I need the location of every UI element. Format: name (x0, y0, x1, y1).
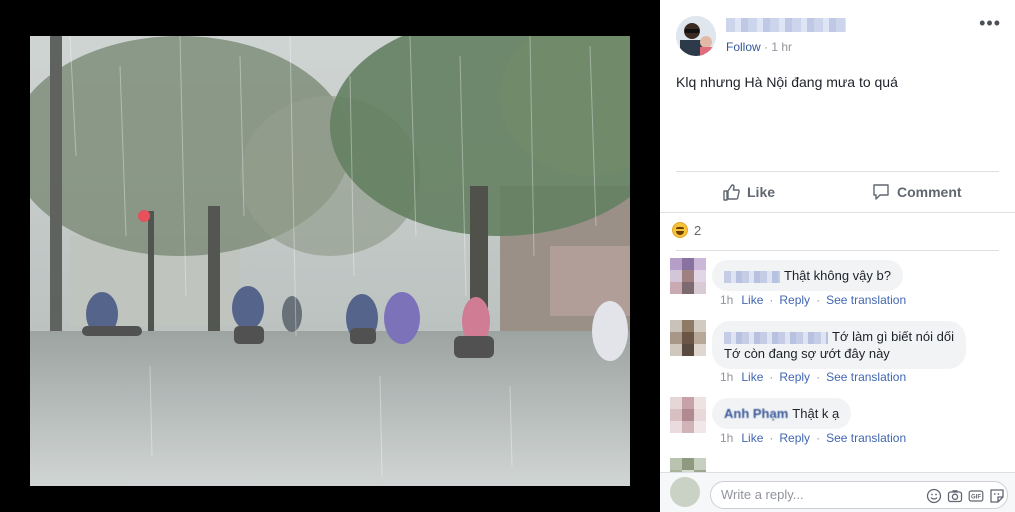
comment-text: Thật không vậy b? (784, 268, 891, 283)
reaction-summary[interactable]: 2 (672, 222, 701, 238)
comment-reply-link[interactable]: Reply (779, 370, 810, 384)
rain-street-image (30, 36, 630, 486)
sticker-icon[interactable] (989, 488, 1005, 504)
comment-text-line1: Tớ làm gì biết nói dối (832, 329, 954, 344)
commenter-name-blurred[interactable] (724, 270, 780, 283)
comment-actions: 1h Like · Reply · See translation (720, 370, 907, 384)
like-label: Like (747, 184, 776, 200)
reply-composer: Write a reply... GIF (660, 472, 1015, 512)
emoji-icon[interactable] (926, 488, 942, 504)
author-avatar[interactable] (676, 16, 716, 56)
like-button[interactable]: Like (722, 178, 775, 206)
actions-bottom-divider (660, 212, 1015, 213)
post-photo-rainy-street[interactable] (30, 36, 630, 486)
comment-bubble: Anh Phạm Thật k ạ (712, 398, 852, 429)
comment-bubble: Tớ làm gì biết nói dối Tớ còn đang sợ ướ… (712, 321, 966, 369)
comments-divider (676, 250, 999, 251)
commenter-name-blurred[interactable] (724, 331, 828, 344)
comment-label: Comment (897, 184, 962, 200)
svg-text:GIF: GIF (971, 495, 981, 501)
comment-text-line2: Tớ còn đang sợ ướt đây này (724, 346, 890, 361)
comment-actions: 1h Like · Reply · See translation (720, 431, 907, 445)
comment-reply-link[interactable]: Reply (779, 293, 810, 307)
see-translation-link[interactable]: See translation (826, 431, 906, 445)
comment-time[interactable]: 1h (720, 370, 733, 384)
see-translation-link[interactable]: See translation (826, 370, 906, 384)
post-side-panel: Follow · 1 hr ••• Klq nhưng Hà Nội đang … (660, 0, 1015, 512)
reaction-count: 2 (694, 222, 702, 238)
haha-emoji-icon (672, 222, 688, 238)
actions-top-divider (676, 171, 999, 172)
author-name-blurred[interactable] (726, 18, 846, 32)
post-text: Klq nhưng Hà Nội đang mưa to quá (676, 74, 898, 90)
composer-avatar (670, 477, 700, 507)
avatar-pixelated (670, 397, 706, 433)
gif-icon[interactable]: GIF (968, 488, 984, 504)
comment-like-link[interactable]: Like (741, 431, 763, 445)
comment-icon (873, 184, 889, 200)
avatar-pixelated (670, 258, 706, 294)
post-meta: Follow · 1 hr (726, 40, 792, 54)
follow-link[interactable]: Follow (726, 40, 761, 54)
commenter-name[interactable]: Anh Phạm (724, 406, 788, 421)
thumbs-up-icon (723, 184, 740, 201)
comment-like-link[interactable]: Like (741, 293, 763, 307)
comment-like-link[interactable]: Like (741, 370, 763, 384)
comment-actions: 1h Like · Reply · See translation (720, 293, 907, 307)
avatar-image (676, 16, 716, 56)
comment-text: Thật k ạ (792, 406, 840, 421)
comment-avatar[interactable] (670, 320, 706, 356)
avatar-pixelated (670, 320, 706, 356)
photo-viewer (0, 0, 660, 512)
composer-icons: GIF (926, 488, 1005, 504)
comment-avatar[interactable] (670, 258, 706, 294)
camera-icon[interactable] (947, 488, 963, 504)
comment-reply-link[interactable]: Reply (779, 431, 810, 445)
comment-bubble: Thật không vậy b? (712, 260, 903, 291)
more-options-button[interactable]: ••• (979, 14, 1001, 32)
post-time[interactable]: 1 hr (771, 40, 792, 54)
comment-button[interactable]: Comment (872, 178, 962, 206)
comment-time[interactable]: 1h (720, 293, 733, 307)
comment-avatar[interactable] (670, 397, 706, 433)
comment-time[interactable]: 1h (720, 431, 733, 445)
see-translation-link[interactable]: See translation (826, 293, 906, 307)
